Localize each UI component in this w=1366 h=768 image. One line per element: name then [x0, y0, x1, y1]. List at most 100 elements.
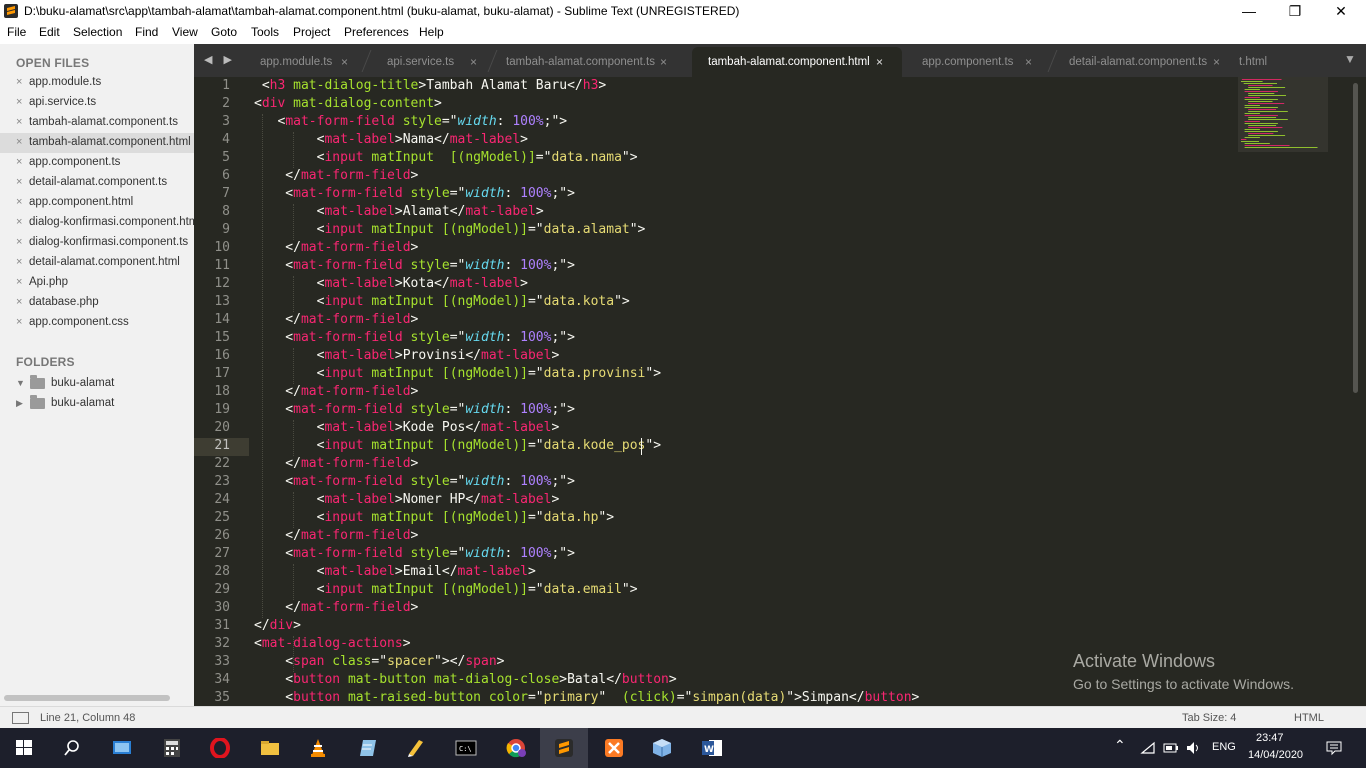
taskbar-app-opera[interactable] — [196, 728, 244, 768]
clock-time[interactable]: 23:47 — [1256, 732, 1284, 744]
code-line[interactable]: <input matInput [(ngModel)]="data.hp"> — [254, 510, 614, 528]
code-line[interactable]: <input matInput [(ngModel)]="data.alamat… — [254, 222, 646, 240]
menu-find[interactable]: Find — [135, 25, 158, 39]
volume-icon[interactable] — [1186, 741, 1202, 755]
close-file-icon[interactable]: × — [16, 276, 22, 288]
vertical-scrollbar[interactable] — [1353, 83, 1358, 393]
maximize-button[interactable]: ❐ — [1272, 0, 1318, 23]
minimap[interactable] — [1238, 77, 1328, 157]
folder-item[interactable]: ▶ buku-alamat — [0, 394, 194, 414]
open-file-item[interactable]: × database.php — [0, 293, 194, 313]
expanded-triangle-icon[interactable]: ▼ — [16, 378, 25, 388]
open-file-item[interactable]: × app.component.ts — [0, 153, 194, 173]
open-file-item[interactable]: × tambah-alamat.component.ts — [0, 113, 194, 133]
tab-detail-alamat-ts[interactable]: detail-alamat.component.ts × — [1056, 47, 1228, 77]
close-file-icon[interactable]: × — [16, 216, 22, 228]
menu-view[interactable]: View — [172, 25, 198, 39]
close-tab-icon[interactable]: × — [876, 55, 883, 69]
code-line[interactable]: </div> — [254, 618, 301, 636]
code-line[interactable]: <mat-form-field style="width: 100%;"> — [254, 546, 575, 564]
tab-partial-html[interactable]: t.html — [1234, 47, 1276, 77]
close-file-icon[interactable]: × — [16, 256, 22, 268]
open-file-item[interactable]: × tambah-alamat.component.html — [0, 133, 194, 153]
taskbar-app-file-explorer[interactable] — [246, 728, 294, 768]
code-line[interactable]: <button mat-raised-button color="primary… — [254, 690, 919, 706]
open-file-item[interactable]: × dialog-konfirmasi.component.ts — [0, 233, 194, 253]
close-file-icon[interactable]: × — [16, 156, 22, 168]
close-file-icon[interactable]: × — [16, 296, 22, 308]
clock-date[interactable]: 14/04/2020 — [1248, 749, 1303, 761]
code-line[interactable]: </mat-form-field> — [254, 240, 418, 258]
open-file-item[interactable]: × detail-alamat.component.html — [0, 253, 194, 273]
code-line[interactable]: </mat-form-field> — [254, 312, 418, 330]
close-tab-icon[interactable]: × — [1213, 55, 1220, 69]
close-file-icon[interactable]: × — [16, 196, 22, 208]
close-tab-icon[interactable]: × — [341, 55, 348, 69]
code-editor[interactable]: 1 2 3 4 5 6 7 8 9 10 11 12 13 14 15 16 17 18 19 20 21 22 23 24 2… — [194, 77, 1366, 706]
close-file-icon[interactable]: × — [16, 316, 22, 328]
code-line[interactable]: <mat-label>Nomer HP</mat-label> — [254, 492, 560, 510]
code-line[interactable]: <mat-form-field style="width: 100%;"> — [254, 258, 575, 276]
code-line[interactable]: </mat-form-field> — [254, 456, 418, 474]
code-line[interactable]: </mat-form-field> — [254, 528, 418, 546]
code-line[interactable]: <mat-label>Nama</mat-label> — [254, 132, 528, 150]
code-line[interactable]: <button mat-button mat-dialog-close>Bata… — [254, 672, 676, 690]
open-file-item[interactable]: × dialog-konfirmasi.component.html — [0, 213, 194, 233]
close-tab-icon[interactable]: × — [1025, 55, 1032, 69]
code-line[interactable]: <input matInput [(ngModel)]="data.email"… — [254, 582, 638, 600]
tab-tambah-alamat-html[interactable]: tambah-alamat.component.html × — [692, 47, 902, 77]
code-line[interactable]: <mat-form-field style="width: 100%;"> — [254, 474, 575, 492]
taskbar-app-notepad[interactable] — [344, 728, 392, 768]
close-window-button[interactable]: ✕ — [1318, 0, 1364, 23]
code-line[interactable]: <input matInput [(ngModel)]="data.kota"> — [254, 294, 630, 312]
network-icon[interactable] — [1140, 741, 1156, 755]
code-line[interactable]: <mat-label>Kota</mat-label> — [254, 276, 528, 294]
sidebar-horizontal-scrollbar[interactable] — [4, 695, 170, 701]
taskbar-app-xampp[interactable] — [590, 728, 638, 768]
code-line[interactable]: <mat-dialog-actions> — [254, 636, 411, 654]
taskbar-app-word[interactable]: W — [688, 728, 736, 768]
tab-app-component-ts[interactable]: app.component.ts × — [912, 47, 1042, 77]
taskbar-app-terminal[interactable]: C:\ — [442, 728, 490, 768]
taskbar-app-sublime-merge[interactable] — [392, 728, 440, 768]
close-file-icon[interactable]: × — [16, 116, 22, 128]
code-line[interactable]: <input matInput [(ngModel)]="data.kode_p… — [254, 438, 661, 456]
code-line[interactable]: <input matInput [(ngModel)]="data.nama"> — [254, 150, 638, 168]
show-hidden-icons-icon[interactable]: ⌃ — [1114, 737, 1126, 754]
language-indicator[interactable]: ENG — [1212, 741, 1236, 753]
notifications-icon[interactable] — [1326, 740, 1342, 756]
open-file-item[interactable]: × app.module.ts — [0, 73, 194, 93]
code-line[interactable]: <mat-label>Kode Pos</mat-label> — [254, 420, 560, 438]
code-line[interactable]: <mat-label>Provinsi</mat-label> — [254, 348, 560, 366]
close-tab-icon[interactable]: × — [660, 55, 667, 69]
menu-selection[interactable]: Selection — [73, 25, 122, 39]
menu-edit[interactable]: Edit — [39, 25, 60, 39]
taskbar-app-calculator[interactable] — [148, 728, 196, 768]
menu-project[interactable]: Project — [293, 25, 330, 39]
code-line[interactable]: <mat-label>Alamat</mat-label> — [254, 204, 544, 222]
open-file-item[interactable]: × api.service.ts — [0, 93, 194, 113]
code-line[interactable]: <mat-form-field style="width: 100%;"> — [254, 186, 575, 204]
code-line[interactable]: <mat-form-field style="width: 100%;"> — [254, 330, 575, 348]
code-line[interactable]: </mat-form-field> — [254, 600, 418, 618]
open-file-item[interactable]: × Api.php — [0, 273, 194, 293]
taskbar-app-vlc[interactable] — [294, 728, 342, 768]
code-line[interactable]: <mat-form-field style="width: 100%;"> — [254, 114, 567, 132]
code-line[interactable]: <span class="spacer"></span> — [254, 654, 504, 672]
taskbar-app-desktop[interactable] — [98, 728, 146, 768]
menu-file[interactable]: File — [7, 25, 26, 39]
close-tab-icon[interactable]: × — [470, 55, 477, 69]
tab-dropdown-icon[interactable]: ▼ — [1344, 52, 1356, 66]
code-line[interactable]: <h3 mat-dialog-title>Tambah Alamat Baru<… — [254, 78, 606, 96]
code-line[interactable]: <mat-form-field style="width: 100%;"> — [254, 402, 575, 420]
code-line[interactable]: <div mat-dialog-content> — [254, 96, 442, 114]
code-line[interactable]: </mat-form-field> — [254, 168, 418, 186]
open-file-item[interactable]: × app.component.html — [0, 193, 194, 213]
tab-app-module-ts[interactable]: app.module.ts × — [249, 47, 364, 77]
taskbar-app-sublime-text[interactable] — [540, 728, 588, 768]
taskbar-app-chrome[interactable] — [492, 728, 540, 768]
menu-help[interactable]: Help — [419, 25, 444, 39]
tab-size-selector[interactable]: Tab Size: 4 — [1182, 712, 1236, 724]
tab-tambah-alamat-ts[interactable]: tambah-alamat.component.ts × — [494, 47, 684, 77]
open-file-item[interactable]: × app.component.css — [0, 313, 194, 333]
